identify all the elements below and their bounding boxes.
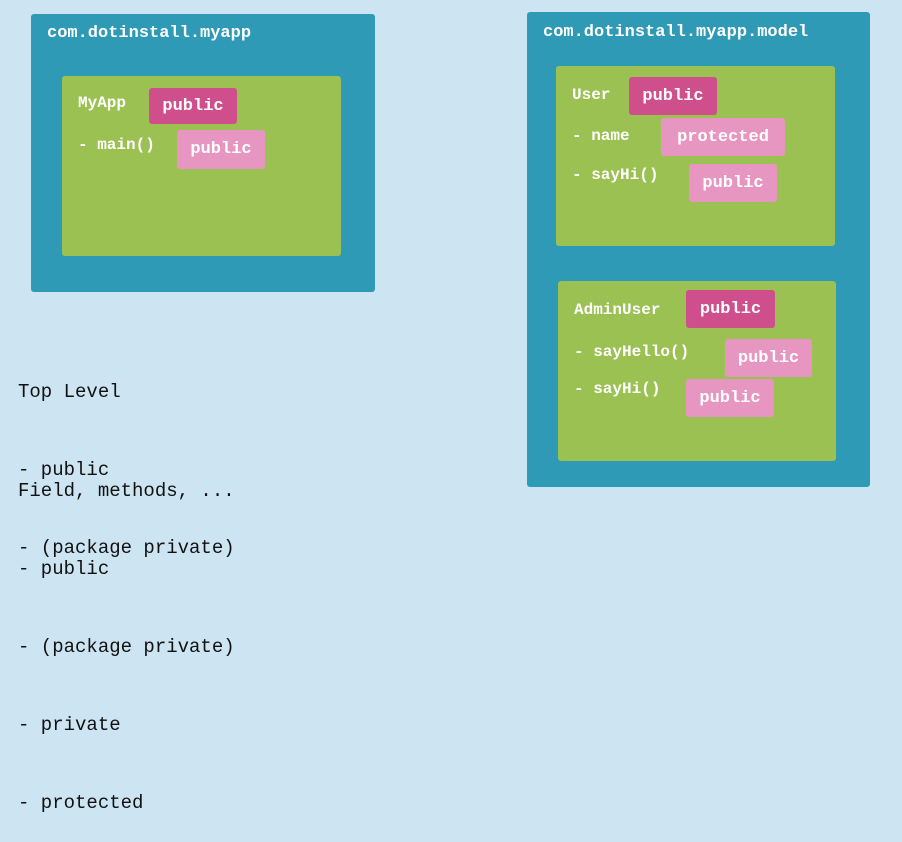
access-badge: public	[149, 88, 237, 124]
class-name: MyApp	[78, 94, 127, 112]
access-badge: public	[686, 379, 774, 417]
notes-item: - private	[18, 714, 121, 736]
class-adminuser: AdminUser public - sayHello() public - s…	[558, 281, 836, 461]
access-badge: protected	[661, 118, 785, 156]
access-badge: public	[686, 290, 775, 328]
package-title: com.dotinstall.myapp.model	[543, 23, 809, 42]
class-name: User	[572, 86, 611, 104]
access-badge: public	[689, 164, 777, 202]
package-myapp: com.dotinstall.myapp MyApp public - main…	[31, 14, 375, 292]
class-name: AdminUser	[574, 301, 661, 319]
package-title: com.dotinstall.myapp	[47, 24, 252, 43]
access-badge: public	[629, 77, 717, 115]
notes-heading: Field, methods, ...	[18, 480, 235, 502]
notes-heading: Top Level	[18, 381, 121, 403]
member-name: - sayHi()	[572, 166, 659, 184]
class-myapp: MyApp public - main() public	[62, 76, 341, 256]
member-name: - main()	[78, 136, 155, 154]
notes-members: Field, methods, ... - public - (package …	[18, 426, 235, 842]
notes-item: - protected	[18, 792, 144, 814]
member-name: - sayHi()	[574, 380, 661, 398]
package-model: com.dotinstall.myapp.model User public -…	[527, 12, 870, 487]
member-name: - name	[572, 127, 630, 145]
access-badge: public	[725, 339, 812, 377]
member-name: - sayHello()	[574, 343, 690, 361]
notes-item: - public	[18, 558, 110, 580]
notes-item: - (package private)	[18, 636, 235, 658]
class-user: User public - name protected - sayHi() p…	[556, 66, 835, 246]
access-badge: public	[177, 130, 265, 169]
